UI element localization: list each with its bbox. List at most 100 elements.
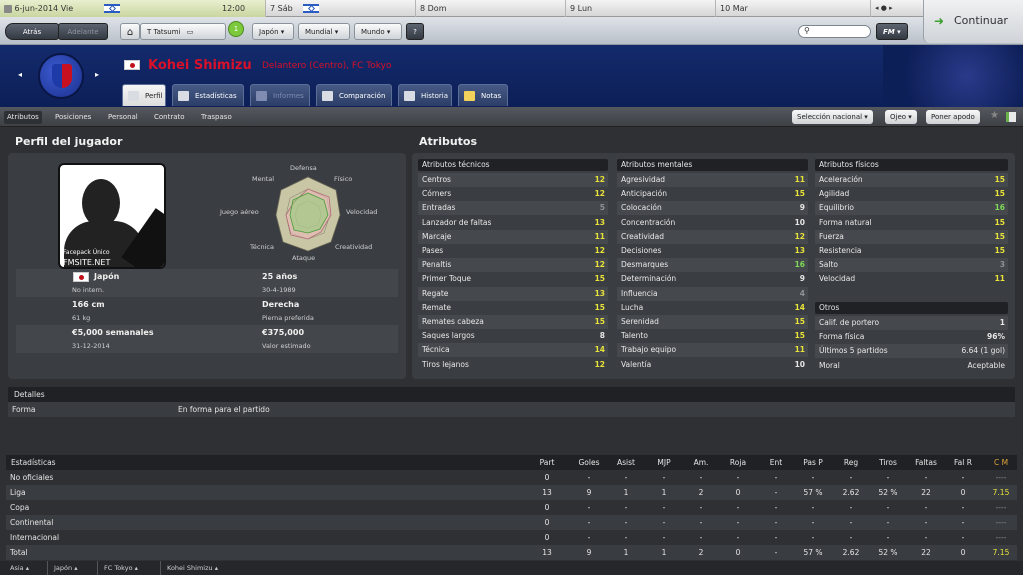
stats-column-header[interactable]: Am.: [683, 455, 719, 470]
tab-notas[interactable]: Notas: [458, 84, 508, 106]
stats-column-header[interactable]: Tiros: [870, 455, 906, 470]
attribute-row[interactable]: Desmarques 16: [617, 258, 808, 273]
dropdown-world[interactable]: Mundo ▾: [354, 23, 402, 40]
stats-column-header[interactable]: Fal R: [945, 455, 981, 470]
calendar-day[interactable]: 9 Lun: [565, 0, 715, 17]
forward-button[interactable]: Adelante: [58, 23, 108, 40]
attribute-row[interactable]: Serenidad 15: [617, 315, 808, 329]
next-player-arrow-icon[interactable]: ▸: [95, 70, 99, 79]
stats-column-header[interactable]: Goles: [571, 455, 607, 470]
tab-estadisticas[interactable]: Estadísticas: [172, 84, 244, 106]
fm-menu-button[interactable]: FM ▾: [876, 23, 908, 40]
stats-cell: -: [961, 473, 965, 482]
home-icon[interactable]: ⌂: [120, 23, 140, 40]
attribute-row[interactable]: Resistencia 15: [815, 244, 1008, 258]
stats-cell: 52 %: [878, 548, 898, 557]
stats-row[interactable]: Internacional 0- - - - - - - - - - - ----: [6, 530, 1017, 545]
calendar-day[interactable]: 7 Sáb: [265, 0, 415, 17]
scout-button[interactable]: Ojeo ▾: [885, 110, 917, 124]
stats-cell: -: [736, 503, 740, 512]
prev-player-arrow-icon[interactable]: ◂: [18, 70, 22, 79]
subtab-posiciones[interactable]: Posiciones: [52, 111, 94, 124]
stats-row[interactable]: Continental 0- - - - - - - - - - - ----: [6, 515, 1017, 530]
back-button[interactable]: Atrás: [5, 23, 59, 40]
attribute-row[interactable]: Técnica 14: [418, 343, 608, 358]
stats-row[interactable]: Liga 13 9 1 1 2 0 - 57 % 2.62 52 % 22 0 7.15: [6, 485, 1017, 500]
attribute-row[interactable]: Determinación 9: [617, 272, 808, 286]
stats-column-header[interactable]: Reg: [833, 455, 869, 470]
attribute-row[interactable]: Pases 12: [418, 244, 608, 258]
attribute-row[interactable]: Colocación 9: [617, 201, 808, 216]
dropdown-japan[interactable]: Japón ▾: [252, 23, 294, 40]
search-input[interactable]: ⚲: [798, 25, 871, 38]
breadcrumb-item[interactable]: FC Tokyo ▴: [97, 561, 138, 575]
manager-menu[interactable]: T Tatsumi ▭: [140, 23, 226, 40]
star-icon[interactable]: ★: [990, 110, 999, 121]
details-label: Forma: [12, 405, 36, 414]
attribute-row[interactable]: Lanzador de faltas 13: [418, 216, 608, 230]
attribute-row[interactable]: Lucha 14: [617, 301, 808, 315]
attribute-row[interactable]: Agresividad 11: [617, 173, 808, 187]
attribute-row[interactable]: Salto 3: [815, 258, 1008, 273]
attribute-row[interactable]: Centros 12: [418, 173, 608, 187]
stats-column-header[interactable]: Asist: [608, 455, 644, 470]
attribute-row[interactable]: Anticipación 15: [617, 187, 808, 201]
calendar-day[interactable]: 8 Dom: [415, 0, 565, 17]
stats-column-header[interactable]: Roja: [720, 455, 756, 470]
stats-column-header[interactable]: Part: [529, 455, 565, 470]
attribute-row[interactable]: Regate 13: [418, 286, 608, 301]
national-selection-button[interactable]: Selección nacional ▾: [792, 110, 873, 124]
attribute-row[interactable]: Aceleración 15: [815, 173, 1008, 187]
attribute-row[interactable]: Valentía 10: [617, 358, 808, 372]
subtab-traspaso[interactable]: Traspaso: [198, 111, 235, 124]
edit-note-icon[interactable]: [1006, 112, 1016, 122]
attribute-row[interactable]: Remate 15: [418, 301, 608, 315]
attribute-row[interactable]: Saques largos 8: [418, 329, 608, 343]
attribute-row[interactable]: Córners 12: [418, 187, 608, 201]
stats-row[interactable]: No oficiales 0- - - - - - - - - - - ----: [6, 470, 1017, 485]
stats-row[interactable]: Copa 0- - - - - - - - - - - ----: [6, 500, 1017, 515]
calendar-day[interactable]: 10 Mar: [715, 0, 870, 17]
stats-row[interactable]: Total 13 9 1 1 2 0 - 57 % 2.62 52 % 22 0 7.15: [6, 545, 1017, 560]
tab-perfil[interactable]: Perfil: [122, 84, 166, 106]
attribute-value: 16: [994, 203, 1005, 213]
notification-badge[interactable]: 1: [228, 21, 244, 37]
stats-column-header[interactable]: Faltas: [908, 455, 944, 470]
stats-cell: -: [662, 518, 666, 527]
attribute-row[interactable]: Remates cabeza 15: [418, 315, 608, 329]
attribute-row[interactable]: Decisiones 13: [617, 244, 808, 258]
attribute-row[interactable]: Agilidad 15: [815, 187, 1008, 201]
breadcrumb-item[interactable]: Japón ▴: [47, 561, 77, 575]
tab-informes[interactable]: Informes: [250, 84, 310, 106]
tab-historia[interactable]: Historia: [398, 84, 452, 106]
tab-comparacion[interactable]: Comparación: [316, 84, 392, 106]
subtab-contrato[interactable]: Contrato: [151, 111, 188, 124]
attribute-row[interactable]: Influencia 4: [617, 286, 808, 301]
attribute-row[interactable]: Concentración 10: [617, 216, 808, 230]
attribute-row[interactable]: Marcaje 11: [418, 229, 608, 244]
attribute-row[interactable]: Equilibrio 16: [815, 201, 1008, 216]
subtab-personal[interactable]: Personal: [105, 111, 141, 124]
dropdown-world-cup[interactable]: Mundial ▾: [298, 23, 350, 40]
stats-column-header[interactable]: C M: [983, 455, 1019, 470]
breadcrumb-item[interactable]: Asia ▴: [10, 561, 29, 575]
nickname-button[interactable]: Poner apodo: [926, 110, 980, 124]
attribute-row[interactable]: Tiros lejanos 12: [418, 358, 608, 372]
attribute-row[interactable]: Creatividad 12: [617, 229, 808, 244]
attribute-row[interactable]: Entradas 5: [418, 201, 608, 216]
continue-button[interactable]: ➜ Continuar: [923, 0, 1023, 43]
subtab-atributos[interactable]: Atributos: [4, 111, 42, 124]
attribute-row[interactable]: Talento 15: [617, 329, 808, 343]
stats-column-header[interactable]: MJP: [646, 455, 682, 470]
attribute-row[interactable]: Velocidad 11: [815, 272, 1008, 286]
attribute-row[interactable]: Fuerza 15: [815, 229, 1008, 244]
attribute-row[interactable]: Forma natural 15: [815, 216, 1008, 230]
attribute-row[interactable]: Primer Toque 15: [418, 272, 608, 286]
breadcrumb-item[interactable]: Kohei Shimizu ▴: [160, 561, 218, 575]
attribute-row[interactable]: Trabajo equipo 11: [617, 343, 808, 358]
attribute-row[interactable]: Penaltis 12: [418, 258, 608, 273]
help-button[interactable]: ?: [406, 23, 424, 40]
stats-column-header[interactable]: Ent: [758, 455, 794, 470]
calendar-nav[interactable]: ◂ ● ▸: [870, 0, 920, 17]
stats-column-header[interactable]: Pas P: [795, 455, 831, 470]
